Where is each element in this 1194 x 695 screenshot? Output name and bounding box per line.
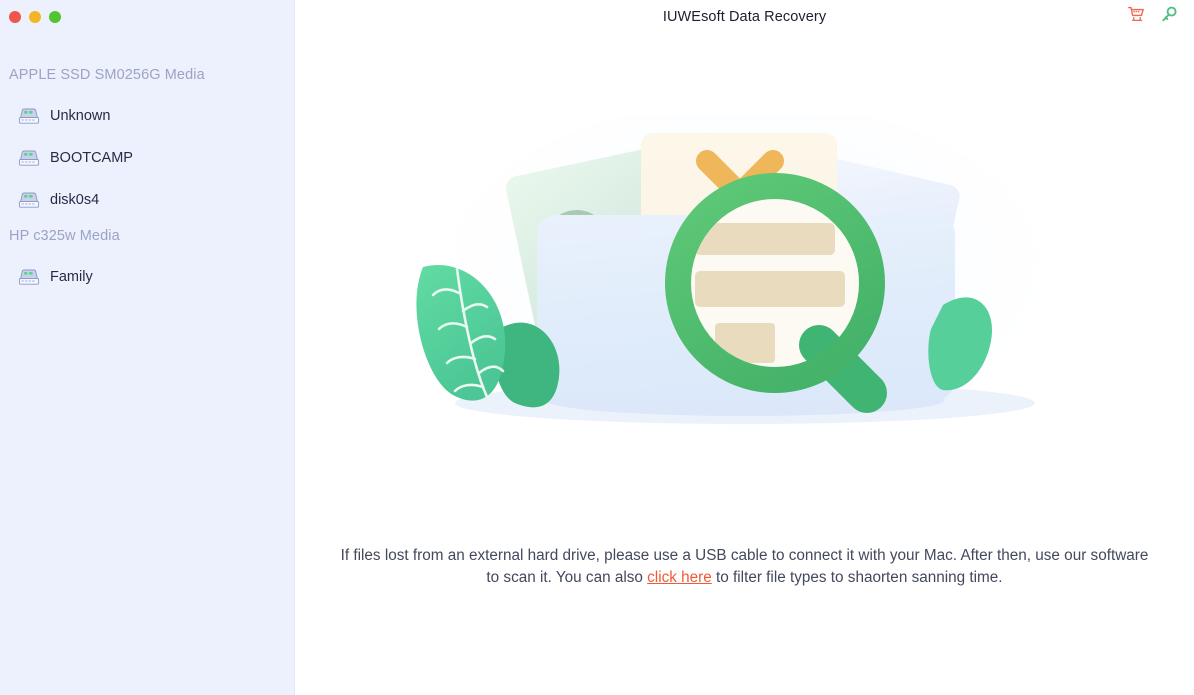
title-bar: IUWEsoft Data Recovery <box>295 0 1194 33</box>
folder-search-illustration <box>415 115 1045 450</box>
sidebar-item-label: Family <box>50 269 93 285</box>
drive-icon <box>18 269 40 285</box>
key-icon <box>1161 6 1177 21</box>
drive-icon <box>18 108 40 124</box>
sidebar-item-disk0s4[interactable]: disk0s4 <box>0 185 295 215</box>
sidebar-item-label: BOOTCAMP <box>50 150 133 166</box>
sidebar-item-unknown[interactable]: Unknown <box>0 101 295 131</box>
sidebar-item-label: Unknown <box>50 108 111 124</box>
click-here-link[interactable]: click here <box>647 569 712 586</box>
drive-icon <box>18 150 40 166</box>
cart-icon <box>1127 6 1144 21</box>
title-bar-actions <box>1126 4 1179 24</box>
sidebar-item-bootcamp[interactable]: BOOTCAMP <box>0 143 295 173</box>
illustration-container <box>295 115 1194 465</box>
close-window-button[interactable] <box>9 11 21 23</box>
help-caption: If files lost from an external hard driv… <box>340 545 1150 589</box>
maximize-window-button[interactable] <box>49 11 61 23</box>
sidebar-group-header-apple-ssd: APPLE SSD SM0256G Media <box>9 67 205 83</box>
sidebar-item-family[interactable]: Family <box>0 262 295 292</box>
magnifier <box>664 173 887 413</box>
sidebar-item-label: disk0s4 <box>50 192 100 208</box>
main-content: IUWEsoft Data Recovery If files lost fro… <box>295 0 1194 695</box>
caption-part-2: to filter file types to shaorten sanning… <box>711 569 1003 586</box>
sidebar: APPLE SSD SM0256G Media Unknown BOOTCAMP… <box>0 0 295 695</box>
register-key-button[interactable] <box>1159 4 1179 24</box>
window-traffic-lights <box>9 11 61 23</box>
page-title: IUWEsoft Data Recovery <box>662 8 827 25</box>
drive-icon <box>18 192 40 208</box>
sidebar-group-header-hp-c325w: HP c325w Media <box>9 228 120 244</box>
cart-button[interactable] <box>1126 4 1146 24</box>
application-window: APPLE SSD SM0256G Media Unknown BOOTCAMP… <box>0 0 1194 695</box>
minimize-window-button[interactable] <box>29 11 41 23</box>
